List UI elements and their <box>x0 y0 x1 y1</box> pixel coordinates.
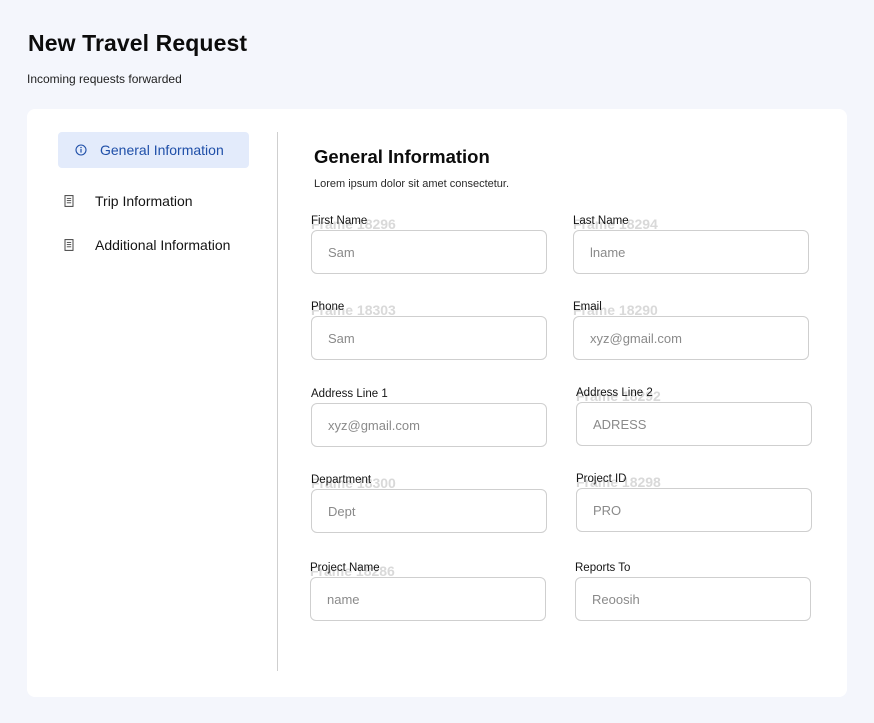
section-title: General Information <box>314 146 490 167</box>
sidebar-item-label: General Information <box>100 142 224 158</box>
form-card: General Information Trip Information Add… <box>27 109 847 697</box>
project-id-field: Frame 18298 Project ID PRO <box>576 472 812 532</box>
document-icon <box>63 195 75 207</box>
project-id-input[interactable]: PRO <box>576 488 812 532</box>
project-name-label: Project Name <box>310 562 380 574</box>
address-line-1-field: Address Line 1 xyz@gmail.com <box>311 387 547 447</box>
info-icon <box>75 144 87 156</box>
last-name-input[interactable]: lname <box>573 230 809 274</box>
phone-input[interactable]: Sam <box>311 316 547 360</box>
address-line-1-label: Address Line 1 <box>311 388 388 400</box>
phone-label: Phone <box>311 301 345 313</box>
first-name-field: Frame 18296 First Name Sam <box>311 214 547 274</box>
first-name-input[interactable]: Sam <box>311 230 547 274</box>
reports-to-field: Reports To Reoosih <box>575 561 811 621</box>
project-id-label: Project ID <box>576 473 627 485</box>
reports-to-input[interactable]: Reoosih <box>575 577 811 621</box>
last-name-label: Last Name <box>573 215 629 227</box>
department-input[interactable]: Dept <box>311 489 547 533</box>
sidebar-item-label: Trip Information <box>95 193 193 209</box>
email-field: Frame 18290 Email xyz@gmail.com <box>573 300 809 360</box>
address-line-2-field: Frame 18292 Address Line 2 ADRESS <box>576 386 812 446</box>
department-label: Department <box>311 474 372 486</box>
sidebar-item-label: Additional Information <box>95 237 231 253</box>
first-name-label: First Name <box>311 215 368 227</box>
project-name-input[interactable]: name <box>310 577 546 621</box>
sidebar-item-general-information[interactable]: General Information <box>58 132 249 168</box>
page-title: New Travel Request <box>28 30 248 56</box>
address-line-2-input[interactable]: ADRESS <box>576 402 812 446</box>
document-icon <box>63 239 75 251</box>
department-field: Frame 18300 Department Dept <box>311 473 547 533</box>
reports-to-label: Reports To <box>575 562 631 574</box>
sidebar-item-additional-information[interactable]: Additional Information <box>58 227 249 263</box>
section-description: Lorem ipsum dolor sit amet consectetur. <box>314 178 510 190</box>
page-subtitle: Incoming requests forwarded <box>27 72 182 86</box>
email-input[interactable]: xyz@gmail.com <box>573 316 809 360</box>
sidebar-divider <box>277 132 278 671</box>
email-label: Email <box>573 301 602 313</box>
sidebar-item-trip-information[interactable]: Trip Information <box>58 183 249 219</box>
address-line-1-input[interactable]: xyz@gmail.com <box>311 403 547 447</box>
address-line-2-label: Address Line 2 <box>576 387 653 399</box>
project-name-field: Frame 18286 Project Name name <box>310 561 546 621</box>
phone-field: Frame 18303 Phone Sam <box>311 300 547 360</box>
sidebar-nav: General Information Trip Information Add… <box>27 109 277 697</box>
last-name-field: Frame 18294 Last Name lname <box>573 214 809 274</box>
